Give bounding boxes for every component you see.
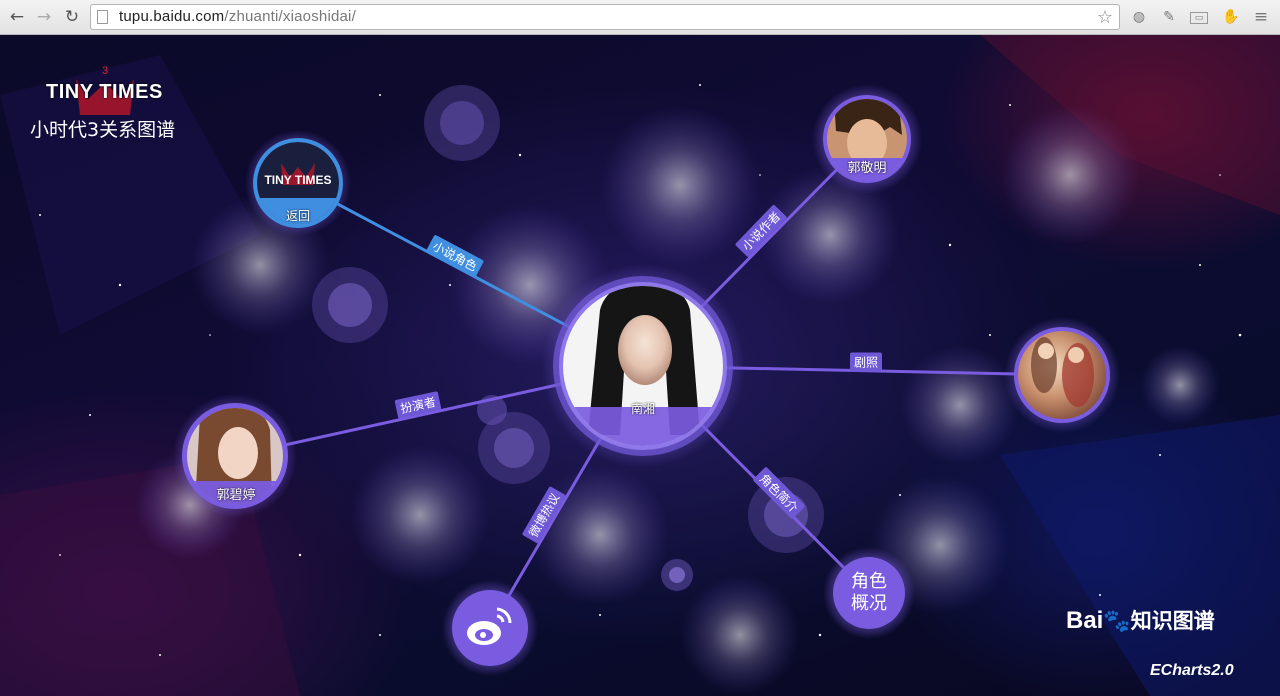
page-title: 小时代3关系图谱	[30, 119, 176, 141]
page-icon	[97, 10, 108, 24]
logo-superscript: 3	[102, 65, 109, 77]
actress-name: 郭碧婷	[216, 488, 256, 503]
back-arrow-icon[interactable]: ←	[6, 6, 28, 28]
author-name: 郭敬明	[847, 161, 887, 176]
baidu-brand-text: Bai	[1066, 607, 1104, 634]
feather-extension-icon[interactable]: ✎	[1160, 8, 1178, 26]
globe-extension-icon[interactable]: ◍	[1130, 8, 1148, 26]
edge-label-stills: 剧照	[849, 352, 883, 372]
baidu-kg-text: 知识图谱	[1130, 609, 1215, 633]
overview-label[interactable]: 角色 概况	[839, 571, 899, 615]
forward-arrow-icon[interactable]: →	[33, 6, 55, 28]
baidu-kg-logo: Bai🐾知识图谱	[1066, 605, 1215, 635]
overview-line2: 概况	[851, 593, 887, 614]
center-name: 南湘	[630, 402, 656, 416]
bookmark-star-icon[interactable]: ☆	[1097, 7, 1113, 28]
logo-title: TINY TIMES	[46, 81, 163, 103]
overview-line1: 角色	[851, 571, 887, 592]
back-button[interactable]: 返回	[286, 207, 310, 224]
center-node[interactable]	[541, 264, 745, 468]
baidu-paw-icon: 🐾	[1103, 608, 1131, 633]
url-text[interactable]: tupu.baidu.com/zhuanti/xiaoshidai/	[119, 8, 356, 25]
wtf-extension-icon[interactable]: ▭	[1190, 12, 1208, 24]
bg-facet	[1000, 415, 1280, 696]
address-bar[interactable]: tupu.baidu.com/zhuanti/xiaoshidai/ ☆	[90, 4, 1120, 30]
stills-node[interactable]	[1004, 317, 1120, 433]
author-node[interactable]	[812, 84, 922, 194]
weibo-node[interactable]	[442, 580, 538, 676]
echarts-credit: ECharts2.0	[1150, 662, 1234, 679]
menu-icon[interactable]: ≡	[1252, 8, 1270, 26]
graph-stage: 3 TINY TIMES 小时代3关系图谱 TINY TIMES 返回 郭敬明 …	[0, 35, 1280, 696]
graph-canvas	[0, 35, 1280, 696]
back-node-logo-text: TINY TIMES	[264, 173, 332, 187]
reload-icon[interactable]: ↻	[61, 6, 83, 28]
browser-toolbar: ← → ↻ tupu.baidu.com/zhuanti/xiaoshidai/…	[0, 0, 1280, 35]
evernote-extension-icon[interactable]: ✋	[1222, 8, 1240, 26]
